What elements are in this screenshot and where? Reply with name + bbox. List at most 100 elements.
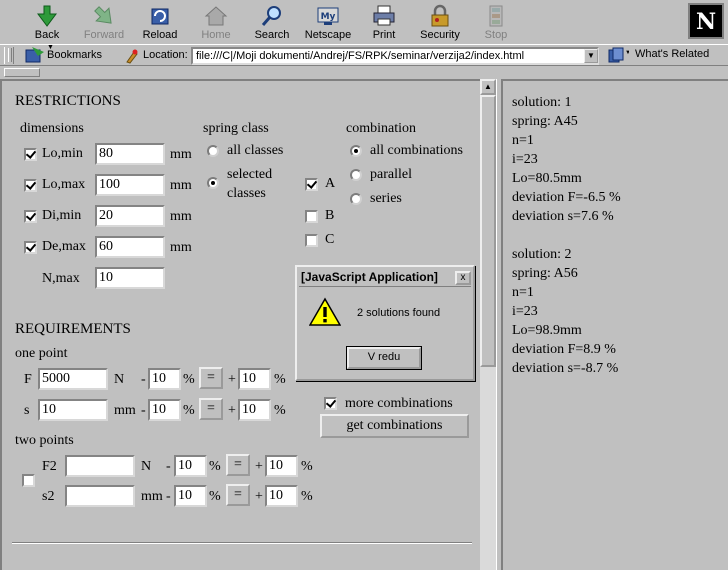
s2-equal-tolerance-button[interactable]: = (226, 484, 250, 506)
selected-classes-label: selected (227, 167, 273, 182)
dimensions-label: dimensions (20, 121, 84, 136)
stop-button[interactable]: Stop (467, 2, 525, 42)
section-divider (12, 542, 472, 544)
solution-line: n=1 (512, 133, 534, 148)
f-minus-tolerance-input[interactable]: 10 (148, 368, 181, 390)
netscape-button[interactable]: My Netscape (299, 2, 357, 42)
solutions-list: solution: 1 spring: A45 n=1 i=23 Lo=80.5mm de… (512, 93, 621, 378)
padlock-icon (431, 4, 449, 27)
s2-plus-sign: + (255, 489, 263, 504)
scroll-up-button[interactable]: ▲ (480, 79, 496, 95)
forward-button[interactable]: Forward (75, 2, 133, 42)
class-a-label: A (325, 176, 336, 191)
solution-line: Lo=98.9mm (512, 323, 582, 338)
forward-arrow-icon (94, 6, 112, 24)
scroll-thumb[interactable] (480, 95, 496, 367)
home-icon (204, 6, 228, 26)
collapsed-toolbar-tab[interactable] (4, 68, 40, 77)
dialog-ok-button[interactable]: V redu (346, 346, 422, 370)
f2-minus-tolerance-input[interactable]: 10 (174, 455, 207, 477)
de-max-unit: mm (170, 240, 192, 255)
f2-equal-tolerance-button[interactable]: = (226, 454, 250, 476)
all-combinations-radio[interactable] (350, 145, 362, 157)
f2-input[interactable] (65, 455, 135, 477)
f2-minus-sign: - (166, 459, 171, 474)
n-max-input[interactable]: 10 (95, 267, 165, 289)
all-combinations-label: all combinations (370, 143, 463, 158)
more-combinations-checkbox[interactable] (324, 397, 337, 410)
de-max-input[interactable]: 60 (95, 236, 165, 258)
de-max-checkbox[interactable] (24, 241, 37, 254)
whats-related-button[interactable]: What's Related (635, 48, 709, 60)
class-b-label: B (325, 208, 335, 223)
class-b-checkbox[interactable] (305, 210, 318, 223)
url-input[interactable]: file:///C|/Moji dokumenti/Andrej/FS/RPK/… (191, 47, 599, 65)
di-min-checkbox[interactable] (24, 210, 37, 223)
lo-max-checkbox[interactable] (24, 179, 37, 192)
selected-classes-label-line2: classes (227, 186, 266, 201)
s-input[interactable]: 10 (38, 399, 108, 421)
f2-plus-tolerance-input[interactable]: 10 (265, 455, 298, 477)
f-label: F (24, 372, 32, 387)
javascript-alert-dialog: [JavaScript Application] x 2 solutions f… (295, 265, 475, 381)
lo-max-input[interactable]: 100 (95, 174, 165, 196)
f-minus-percent: % (183, 372, 195, 387)
search-button[interactable]: Search (243, 2, 301, 42)
f-plus-percent: % (274, 372, 286, 387)
class-a-checkbox[interactable] (305, 178, 318, 191)
whats-related-icon[interactable]: ▼ (607, 47, 629, 65)
two-points-checkbox[interactable] (22, 474, 35, 487)
lo-min-checkbox[interactable] (24, 148, 37, 161)
f-input[interactable]: 5000 (38, 368, 108, 390)
di-min-unit: mm (170, 209, 192, 224)
solution-line: i=23 (512, 152, 538, 167)
requirements-heading: REQUIREMENTS (15, 321, 131, 337)
f2-unit: N (141, 459, 152, 474)
f-unit: N (114, 372, 125, 387)
parallel-radio[interactable] (350, 169, 362, 181)
dialog-close-button[interactable]: x (455, 271, 471, 285)
s-minus-sign: - (141, 403, 146, 418)
f2-plus-sign: + (255, 459, 263, 474)
s2-input[interactable] (65, 485, 135, 507)
toolbar-grip[interactable] (4, 47, 14, 64)
solution-line: deviation s=-8.7 % (512, 361, 619, 376)
lo-min-input[interactable]: 80 (95, 143, 165, 165)
series-radio[interactable] (350, 193, 362, 205)
security-button[interactable]: Security (411, 2, 469, 42)
netscape-logo[interactable]: N (688, 3, 724, 39)
s2-minus-tolerance-input[interactable]: 10 (174, 485, 207, 507)
back-button[interactable]: Back (18, 2, 76, 42)
bookmarks-button[interactable]: Bookmarks (47, 49, 102, 61)
navigation-toolbar: Back Forward Reload Home Search My Netsc… (0, 0, 728, 44)
s-plus-tolerance-input[interactable]: 10 (238, 399, 271, 421)
di-min-input[interactable]: 20 (95, 205, 165, 227)
class-c-checkbox[interactable] (305, 234, 318, 247)
all-classes-radio[interactable] (207, 145, 219, 157)
f-minus-sign: - (141, 372, 146, 387)
bookmarks-dropdown-arrow[interactable]: ▼ (47, 44, 54, 51)
lo-min-unit: mm (170, 147, 192, 162)
print-button[interactable]: Print (355, 2, 413, 42)
s-equal-tolerance-button[interactable]: = (199, 398, 223, 420)
reload-button[interactable]: Reload (131, 2, 189, 42)
solution-line: deviation s=7.6 % (512, 209, 614, 224)
dialog-title: [JavaScript Application] (301, 270, 438, 284)
home-button[interactable]: Home (187, 2, 245, 42)
solution-line: n=1 (512, 285, 534, 300)
warning-icon (309, 297, 341, 326)
selected-classes-radio[interactable] (207, 177, 219, 189)
location-drag-icon[interactable] (124, 48, 140, 64)
all-classes-label: all classes (227, 143, 284, 158)
bookmarks-icon[interactable] (24, 47, 46, 64)
get-combinations-button[interactable]: get combinations (320, 414, 469, 438)
vertical-scrollbar[interactable]: ▲ (480, 79, 496, 570)
s-label: s (24, 403, 30, 418)
class-c-label: C (325, 232, 335, 247)
s-minus-tolerance-input[interactable]: 10 (148, 399, 181, 421)
url-dropdown-button[interactable]: ▼ (584, 49, 598, 63)
f-equal-tolerance-button[interactable]: = (199, 367, 223, 389)
s2-plus-tolerance-input[interactable]: 10 (265, 485, 298, 507)
printer-icon (373, 5, 395, 26)
f-plus-tolerance-input[interactable]: 10 (238, 368, 271, 390)
